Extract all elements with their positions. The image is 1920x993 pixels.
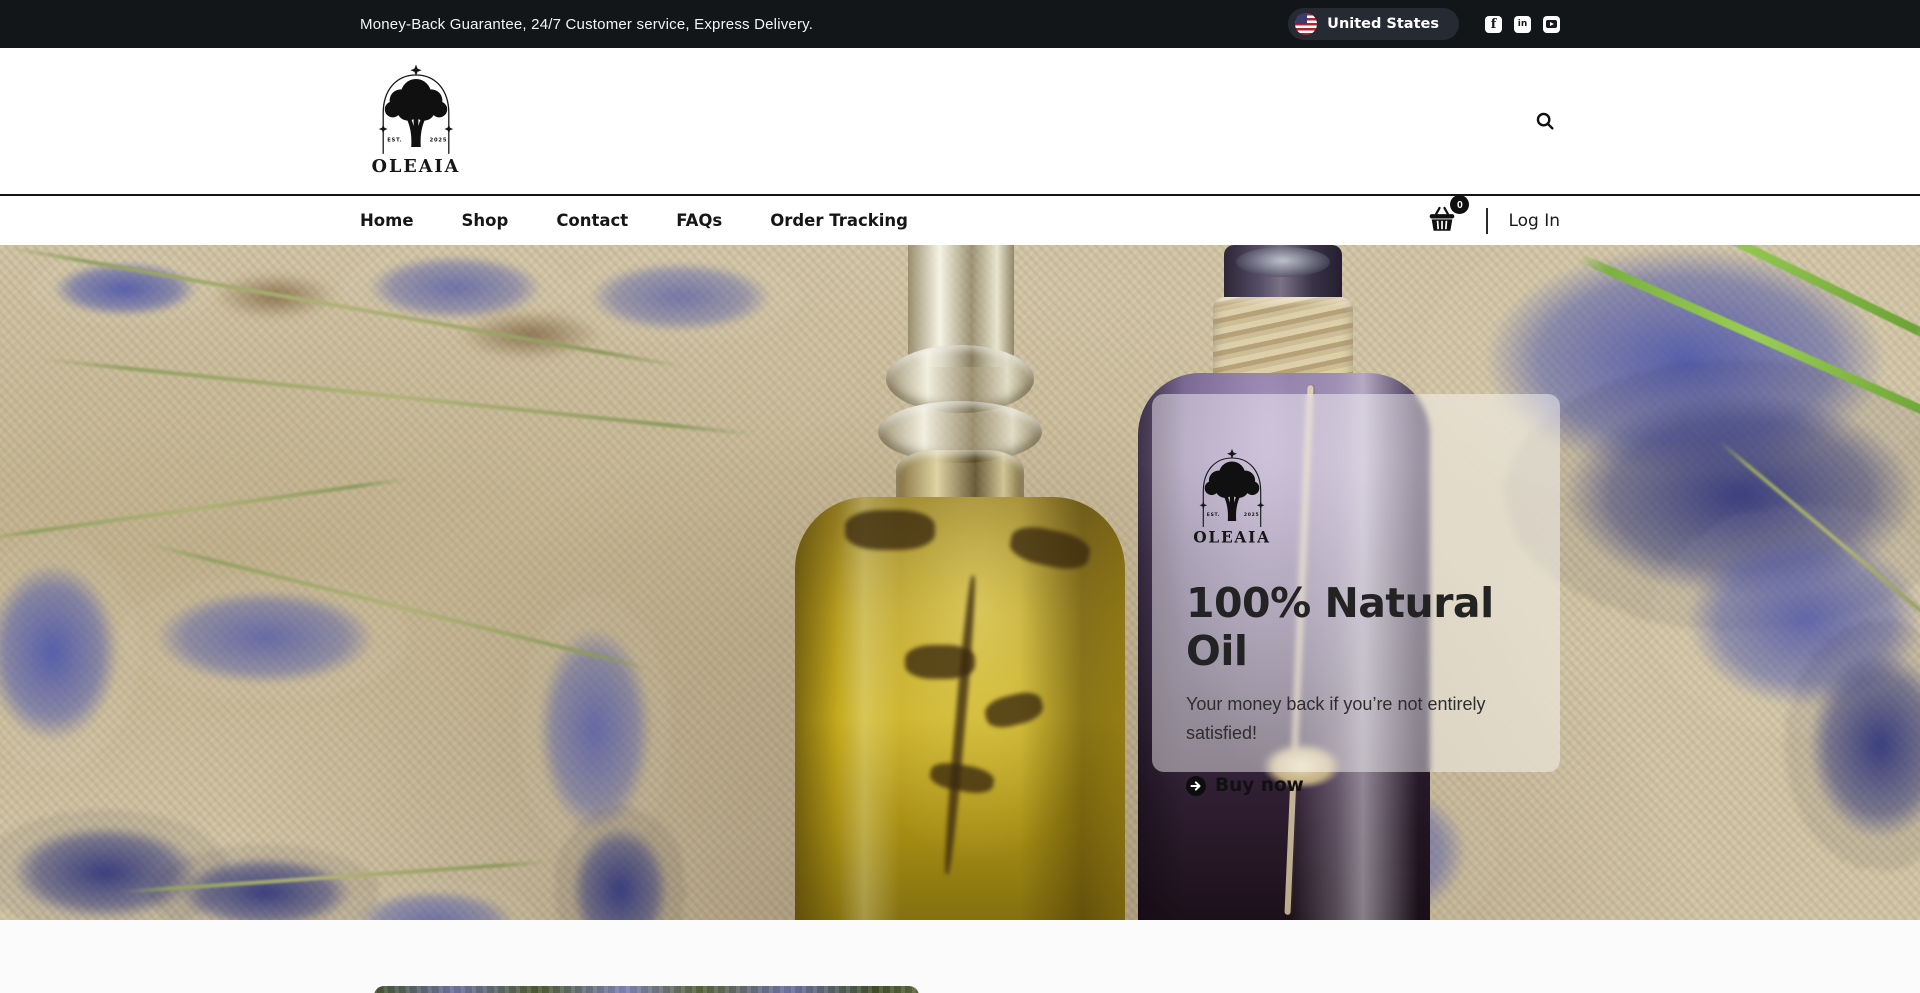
content-section [0,920,1920,993]
search-icon [1534,110,1556,132]
nav-item-shop[interactable]: Shop [462,211,509,230]
topbar-message: Money-Back Guarantee, 24/7 Customer serv… [360,16,813,33]
youtube-icon[interactable] [1543,16,1560,33]
facebook-icon[interactable]: f [1485,16,1502,33]
site-header: EST. 2025 OLEAIA [0,48,1920,194]
us-flag-icon [1295,13,1317,35]
country-label: United States [1327,16,1439,32]
logo-est-year: 2025 [1244,512,1259,518]
logo-est-label: EST. [1207,512,1220,518]
hero-card-logo: EST. 2025 OLEAIA [1190,444,1274,549]
nav-divider [1486,208,1488,234]
logo-est-label: EST. [387,137,402,143]
buy-now-label: Buy now [1215,775,1304,796]
nav-item-home[interactable]: Home [360,211,414,230]
search-button[interactable] [1530,106,1560,136]
arrow-circle-icon [1186,776,1206,796]
cart-button[interactable]: 0 [1424,204,1460,237]
logo-est-year: 2025 [430,137,448,143]
stem [0,477,408,541]
logo-wordmark: OLEAIA [1193,529,1271,547]
social-links: f in [1485,16,1560,33]
lavender-cluster [120,575,410,700]
nav-item-order-tracking[interactable]: Order Tracking [770,211,908,230]
brand-logo[interactable]: EST. 2025 OLEAIA [368,59,464,183]
country-selector-button[interactable]: United States [1288,8,1459,40]
linkedin-icon[interactable]: in [1514,16,1531,33]
dried-twig [430,300,630,370]
lavender-cluster [0,535,140,770]
nav-item-contact[interactable]: Contact [556,211,628,230]
hero-section: EST. 2025 OLEAIA 100% Natural Oil Your m… [0,245,1920,920]
logo-wordmark: OLEAIA [372,156,461,177]
lavender-field-image [374,986,919,993]
hero-subtitle: Your money back if you’re not entirely s… [1186,690,1526,748]
buy-now-link[interactable]: Buy now [1186,775,1304,796]
hero-card: EST. 2025 OLEAIA 100% Natural Oil Your m… [1152,394,1560,772]
main-nav: Home Shop Contact FAQs Order Tracking 0 [0,194,1920,245]
login-link[interactable]: Log In [1508,211,1560,231]
cart-count-badge: 0 [1450,195,1469,214]
nav-item-faqs[interactable]: FAQs [676,211,722,230]
logo-tree-icon: EST. 2025 OLEAIA [368,59,464,179]
stem [42,357,758,436]
hero-title: 100% Natural Oil [1186,579,1526,675]
youtube-play-glyph [1546,20,1557,28]
topbar: Money-Back Guarantee, 24/7 Customer serv… [0,0,1920,48]
